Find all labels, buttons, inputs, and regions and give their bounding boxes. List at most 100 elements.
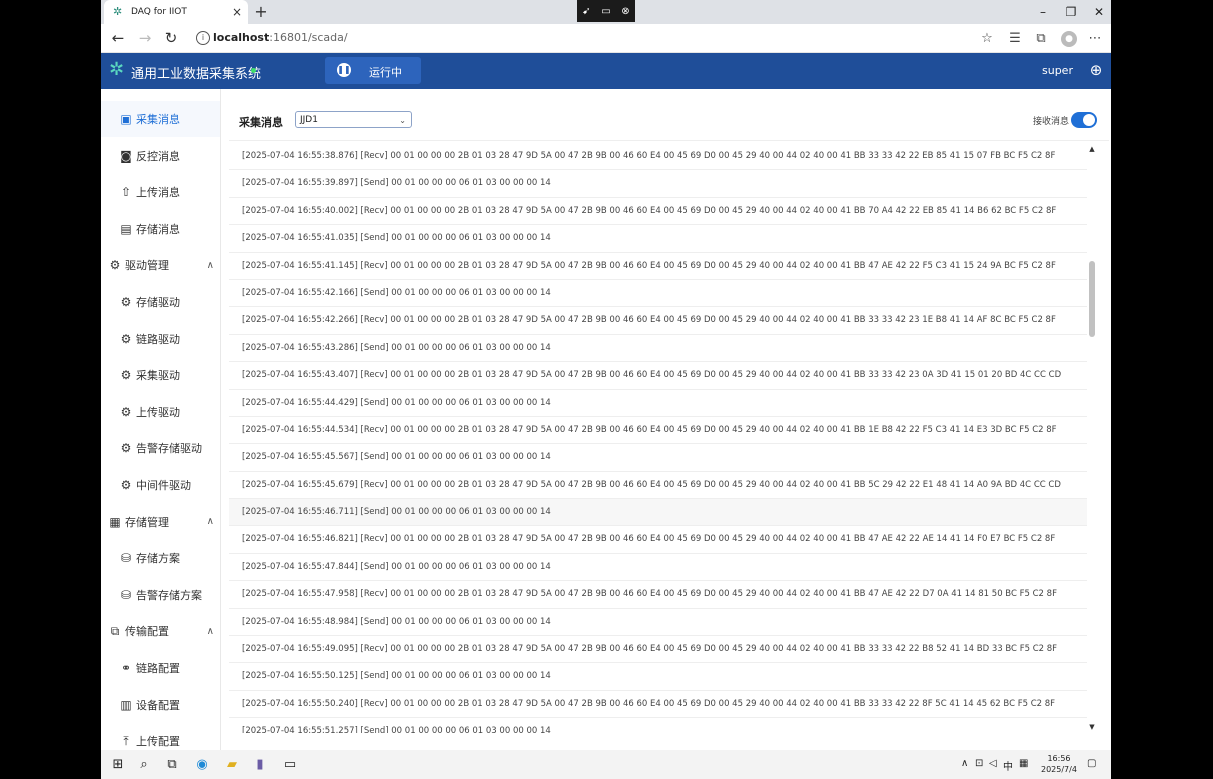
address-bar: ← → ↻ i localhost:16801/scada/ ☆ ☰ ⧉ ● ⋯: [101, 24, 1111, 53]
log-row: [2025-07-04 16:55:42.266] [Recv] 00 01 0…: [229, 307, 1087, 335]
device-select[interactable]: JJD1 ⌄: [295, 111, 412, 128]
sidebar-item[interactable]: ▣ 采集消息: [101, 101, 220, 137]
sidebar-item-label: 上传驱动: [136, 405, 180, 419]
app-icon[interactable]: ▮: [251, 756, 269, 774]
browser-window: ✲ DAQ for IIOT × + ➹ ▭ ⊗ – ❐ ✕ ← → ↻ i l…: [101, 0, 1111, 750]
close-window-icon[interactable]: ✕: [1085, 0, 1111, 24]
gear-icon: ⚙: [120, 478, 132, 492]
log-row: [2025-07-04 16:55:43.286] [Send] 00 01 0…: [229, 335, 1087, 363]
volume-icon[interactable]: ◁: [989, 758, 997, 769]
log-row: [2025-07-04 16:55:39.897] [Send] 00 01 0…: [229, 170, 1087, 198]
chevron-down-icon: ⌄: [399, 116, 406, 125]
chevron-up-icon[interactable]: ∧: [207, 516, 214, 527]
log-row: [2025-07-04 16:55:44.534] [Recv] 00 01 0…: [229, 417, 1087, 445]
favorite-star-icon[interactable]: ☆: [979, 31, 995, 47]
sidebar-item[interactable]: ⚙ 上传驱动: [101, 394, 220, 430]
sidebar-item[interactable]: ⚙ 告警存储驱动: [101, 430, 220, 466]
sidebar-item-label: 采集驱动: [136, 369, 180, 383]
window-icon[interactable]: ▭: [281, 756, 299, 774]
sidebar-item[interactable]: ⚙ 存储驱动: [101, 284, 220, 320]
globe-icon[interactable]: ⊕: [1088, 62, 1104, 78]
browser-tab[interactable]: ✲ DAQ for IIOT ×: [104, 0, 248, 24]
minimize-icon[interactable]: –: [1029, 0, 1057, 24]
sidebar-item[interactable]: ⇧ 上传消息: [101, 174, 220, 210]
forward-icon[interactable]: →: [136, 29, 154, 47]
link-icon: ⚭: [120, 661, 132, 675]
chevron-up-icon[interactable]: ∧: [207, 626, 214, 637]
sidebar-item[interactable]: ⚙ 驱动管理 ∧: [101, 247, 220, 283]
sidebar-item[interactable]: ◙ 反控消息: [101, 138, 220, 174]
close-circle-icon[interactable]: ⊗: [621, 6, 629, 17]
chevron-up-icon[interactable]: ∧: [207, 260, 214, 271]
message-log[interactable]: [2025-07-04 16:55:38.876] [Recv] 00 01 0…: [229, 143, 1087, 733]
sidebar-item[interactable]: ⤒ 上传配置: [101, 723, 220, 750]
refresh-icon[interactable]: ↻: [162, 29, 180, 47]
sidebar-item-label: 告警存储方案: [136, 588, 202, 602]
sidebar-item-label: 存储方案: [136, 552, 180, 566]
edge-browser-icon[interactable]: ◉: [193, 756, 211, 774]
keyboard-icon[interactable]: ▭: [601, 6, 610, 17]
info-icon[interactable]: i: [196, 31, 210, 45]
new-tab-button[interactable]: +: [251, 2, 271, 22]
network-tray-icon[interactable]: ⊡: [975, 758, 983, 769]
log-row: [2025-07-04 16:55:47.844] [Send] 00 01 0…: [229, 554, 1087, 582]
sidebar-item[interactable]: ⛁ 告警存储方案: [101, 577, 220, 613]
receive-toggle[interactable]: [1071, 112, 1097, 128]
scrollbar[interactable]: ▲ ▼: [1087, 143, 1097, 733]
clock[interactable]: 16:56 2025/7/4: [1041, 753, 1077, 775]
ime-indicator[interactable]: 中: [1003, 758, 1013, 773]
url-field[interactable]: localhost:16801/scada/: [213, 31, 348, 44]
url-host: localhost: [213, 31, 270, 44]
receive-label: 接收消息: [1033, 117, 1070, 127]
sidebar-item-label: 告警存储驱动: [136, 442, 202, 456]
sidebar-item[interactable]: ⚭ 链路配置: [101, 650, 220, 686]
log-row: [2025-07-04 16:55:51.257] [Send] 00 01 0…: [229, 718, 1087, 733]
main-panel: 采集消息 JJD1 ⌄ 接收消息 [2025-07-04 16:55:38.87…: [229, 98, 1109, 750]
pointer-icon[interactable]: ➹: [582, 6, 590, 17]
file-explorer-icon[interactable]: ▰: [223, 756, 241, 774]
more-icon[interactable]: ⋯: [1087, 31, 1103, 47]
tab-title: DAQ for IIOT: [131, 7, 187, 17]
store-msg-icon: ▤: [120, 221, 132, 236]
restore-icon[interactable]: ❐: [1057, 0, 1085, 24]
device-icon: ▥: [120, 697, 132, 712]
keyboard-layout-icon[interactable]: ▦: [1019, 758, 1028, 769]
log-row: [2025-07-04 16:55:41.035] [Send] 00 01 0…: [229, 225, 1087, 253]
log-row: [2025-07-04 16:55:43.407] [Recv] 00 01 0…: [229, 362, 1087, 390]
sidebar-item[interactable]: ▦ 存储管理 ∧: [101, 504, 220, 540]
close-tab-icon[interactable]: ×: [230, 5, 244, 19]
windows-start-icon[interactable]: ⊞: [109, 756, 127, 774]
sidebar-item[interactable]: ▥ 设备配置: [101, 687, 220, 723]
gear-icon: ⚙: [120, 441, 132, 456]
log-row: [2025-07-04 16:55:38.876] [Recv] 00 01 0…: [229, 143, 1087, 171]
app-favicon-icon: ✲: [113, 5, 123, 18]
sidebar-item-label: 上传消息: [136, 186, 180, 200]
sidebar-item[interactable]: ⛁ 存储方案: [101, 540, 220, 576]
collections-icon[interactable]: ⧉: [1033, 31, 1049, 47]
sidebar-item[interactable]: ⚙ 采集驱动: [101, 357, 220, 393]
logo-icon: ✲: [109, 59, 125, 80]
sidebar-item[interactable]: ⚙ 链路驱动: [101, 321, 220, 357]
sidebar-item-label: 上传配置: [136, 735, 180, 749]
task-view-icon[interactable]: ⧉: [163, 756, 181, 774]
user-name[interactable]: super: [1042, 64, 1073, 77]
sidebar-item[interactable]: ▤ 存储消息: [101, 211, 220, 247]
scroll-down-icon[interactable]: ▼: [1087, 723, 1097, 731]
toggle-knob: [1083, 114, 1095, 126]
scroll-up-icon[interactable]: ▲: [1087, 145, 1097, 153]
sidebar-item-label: 存储消息: [136, 222, 180, 236]
favorites-icon[interactable]: ☰: [1007, 31, 1023, 47]
tray-chevron-icon[interactable]: ∧: [961, 758, 968, 769]
sidebar-item-label: 设备配置: [136, 698, 180, 712]
sidebar-item[interactable]: ⧉ 传输配置 ∧: [101, 613, 220, 649]
notifications-icon[interactable]: ▢: [1087, 758, 1096, 769]
search-icon[interactable]: ⌕: [135, 756, 153, 774]
profile-avatar-icon[interactable]: ●: [1061, 31, 1077, 47]
sidebar-item[interactable]: ⚙ 中间件驱动: [101, 467, 220, 503]
gear-icon: ⚙: [120, 404, 132, 419]
scroll-thumb[interactable]: [1089, 261, 1095, 337]
sidebar-item-label: 传输配置: [125, 625, 169, 639]
sidebar-item-label: 反控消息: [136, 149, 180, 163]
back-icon[interactable]: ←: [109, 29, 127, 47]
run-toggle-button[interactable]: ❚❚ 运行中: [325, 57, 421, 84]
